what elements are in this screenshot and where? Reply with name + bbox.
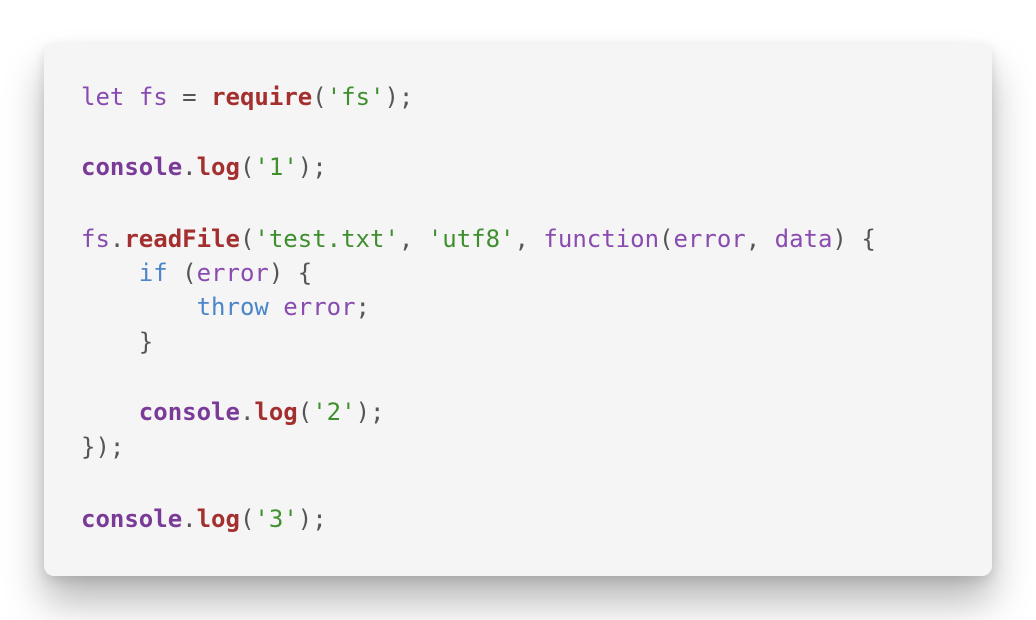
code-token: 'utf8' bbox=[427, 225, 515, 253]
code-token: ); bbox=[384, 83, 414, 111]
code-token: ); bbox=[355, 398, 385, 426]
code-token: console bbox=[138, 398, 240, 426]
code-token: ( bbox=[312, 83, 327, 111]
code-token: '3' bbox=[254, 505, 298, 533]
code-token: . bbox=[239, 398, 255, 426]
code-token: fs bbox=[81, 225, 110, 253]
code-line: let fs = require('fs'); bbox=[81, 80, 413, 114]
code-token: , bbox=[514, 225, 544, 253]
code-token: require bbox=[211, 83, 313, 111]
code-token: log bbox=[254, 398, 298, 426]
code-token: . bbox=[109, 225, 125, 253]
code-token: ( bbox=[167, 259, 197, 287]
code-line: }); bbox=[81, 430, 124, 464]
code-token: ); bbox=[297, 505, 327, 533]
code-token: . bbox=[182, 153, 197, 181]
code-token: 'fs' bbox=[326, 83, 385, 111]
code-line: console.log('2'); bbox=[81, 395, 385, 429]
code-token: }); bbox=[81, 433, 125, 461]
code-token: ) { bbox=[268, 259, 313, 287]
code-token: error bbox=[673, 225, 746, 253]
code-line: } bbox=[81, 325, 153, 359]
code-line: fs.readFile('test.txt', 'utf8', function… bbox=[81, 222, 876, 256]
code-token: 'test.txt' bbox=[254, 225, 399, 253]
code-token: let bbox=[81, 83, 125, 111]
code-token: function bbox=[543, 225, 660, 253]
code-token: log bbox=[196, 153, 240, 181]
code-token: ( bbox=[239, 225, 255, 253]
code-token: '2' bbox=[312, 398, 356, 426]
code-token: = bbox=[167, 83, 212, 111]
code-card: let fs = require('fs'); console.log('1');… bbox=[44, 44, 992, 576]
code-line: throw error; bbox=[81, 290, 370, 324]
code-token: , bbox=[745, 225, 775, 253]
code-token: ( bbox=[239, 153, 255, 181]
code-token: ); bbox=[297, 153, 327, 181]
code-token: readFile bbox=[124, 225, 240, 253]
code-token: '1' bbox=[254, 153, 298, 181]
code-token: log bbox=[196, 505, 240, 533]
code-token: data bbox=[774, 225, 833, 253]
code-line: console.log('1'); bbox=[81, 150, 327, 184]
code-line: if (error) { bbox=[81, 256, 312, 290]
code-token: ( bbox=[297, 398, 313, 426]
code-token: ) { bbox=[832, 225, 876, 253]
code-token: error bbox=[196, 259, 269, 287]
code-token: throw bbox=[196, 293, 269, 321]
code-token: console bbox=[81, 153, 183, 181]
code-token: . bbox=[182, 505, 197, 533]
code-token: ( bbox=[659, 225, 674, 253]
code-line: console.log('3'); bbox=[81, 502, 327, 536]
code-token: ; bbox=[355, 293, 370, 321]
code-token: , bbox=[398, 225, 428, 253]
code-token: } bbox=[81, 328, 154, 356]
code-token: error bbox=[283, 293, 356, 321]
code-token: fs bbox=[138, 83, 168, 111]
code-token: console bbox=[81, 505, 183, 533]
code-token: if bbox=[138, 259, 168, 287]
code-token: ( bbox=[239, 505, 255, 533]
